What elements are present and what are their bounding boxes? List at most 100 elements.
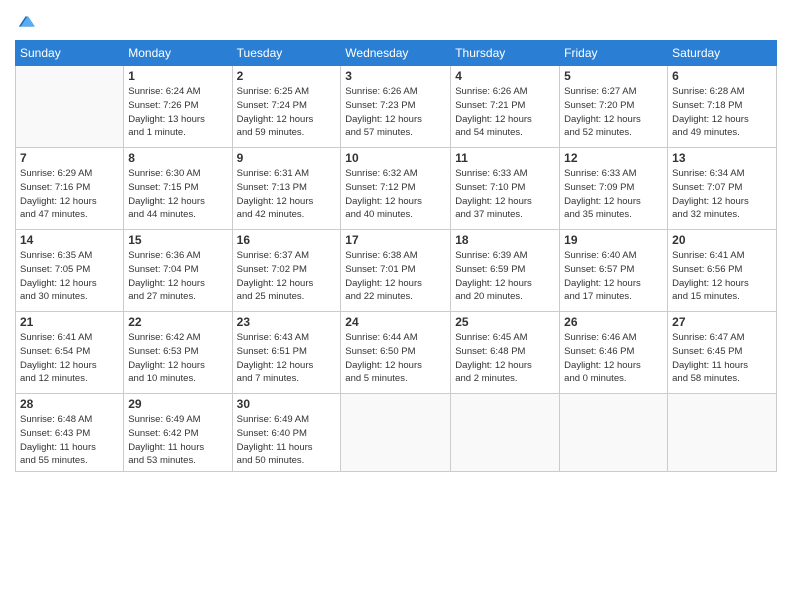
day-number: 21 (20, 315, 119, 329)
day-info: Sunrise: 6:46 AM Sunset: 6:46 PM Dayligh… (564, 331, 663, 386)
day-info: Sunrise: 6:26 AM Sunset: 7:23 PM Dayligh… (345, 85, 446, 140)
calendar-cell: 23Sunrise: 6:43 AM Sunset: 6:51 PM Dayli… (232, 312, 341, 394)
day-info: Sunrise: 6:33 AM Sunset: 7:10 PM Dayligh… (455, 167, 555, 222)
calendar-cell: 8 Sunrise: 6:30 AM Sunset: 7:15 PM Daylig… (124, 148, 232, 230)
day-info: Sunrise: 6:27 AM Sunset: 7:20 PM Dayligh… (564, 85, 663, 140)
day-info: Sunrise: 6:29 AM Sunset: 7:16 PM Dayligh… (20, 167, 119, 222)
day-number: 26 (564, 315, 663, 329)
calendar-cell (16, 66, 124, 148)
calendar-cell: 6Sunrise: 6:28 AM Sunset: 7:18 PM Daylig… (668, 66, 777, 148)
calendar-cell: 12 Sunrise: 6:33 AM Sunset: 7:09 PM Dayli… (560, 148, 668, 230)
day-number: 10 (345, 151, 446, 165)
calendar-cell (668, 394, 777, 472)
weekday-header: Thursday (451, 41, 560, 66)
day-number: 28 (20, 397, 119, 411)
calendar-cell (341, 394, 451, 472)
day-info: Sunrise: 6:47 AM Sunset: 6:45 PM Dayligh… (672, 331, 772, 386)
day-info: Sunrise: 6:41 AM Sunset: 6:54 PM Dayligh… (20, 331, 119, 386)
week-row: 21 Sunrise: 6:41 AM Sunset: 6:54 PM Dayli… (16, 312, 777, 394)
calendar-cell (560, 394, 668, 472)
week-row: 7 Sunrise: 6:29 AM Sunset: 7:16 PM Daylig… (16, 148, 777, 230)
calendar-cell: 27 Sunrise: 6:47 AM Sunset: 6:45 PM Dayli… (668, 312, 777, 394)
day-number: 3 (345, 69, 446, 83)
day-number: 16 (237, 233, 337, 247)
day-info: Sunrise: 6:31 AM Sunset: 7:13 PM Dayligh… (237, 167, 337, 222)
day-info: Sunrise: 6:38 AM Sunset: 7:01 PM Dayligh… (345, 249, 446, 304)
weekday-header: Saturday (668, 41, 777, 66)
calendar-cell: 30 Sunrise: 6:49 AM Sunset: 6:40 PM Dayli… (232, 394, 341, 472)
day-info: Sunrise: 6:30 AM Sunset: 7:15 PM Dayligh… (128, 167, 227, 222)
calendar-cell: 29 Sunrise: 6:49 AM Sunset: 6:42 PM Dayli… (124, 394, 232, 472)
day-info: Sunrise: 6:40 AM Sunset: 6:57 PM Dayligh… (564, 249, 663, 304)
logo-icon (17, 14, 35, 32)
day-number: 1 (128, 69, 227, 83)
day-info: Sunrise: 6:44 AM Sunset: 6:50 PM Dayligh… (345, 331, 446, 386)
weekday-header: Sunday (16, 41, 124, 66)
day-number: 9 (237, 151, 337, 165)
calendar-cell: 16 Sunrise: 6:37 AM Sunset: 7:02 PM Dayli… (232, 230, 341, 312)
day-number: 7 (20, 151, 119, 165)
calendar-cell: 3 Sunrise: 6:26 AM Sunset: 7:23 PM Daylig… (341, 66, 451, 148)
day-number: 13 (672, 151, 772, 165)
day-info: Sunrise: 6:36 AM Sunset: 7:04 PM Dayligh… (128, 249, 227, 304)
day-info: Sunrise: 6:33 AM Sunset: 7:09 PM Dayligh… (564, 167, 663, 222)
day-info: Sunrise: 6:45 AM Sunset: 6:48 PM Dayligh… (455, 331, 555, 386)
day-info: Sunrise: 6:48 AM Sunset: 6:43 PM Dayligh… (20, 413, 119, 468)
week-row: 14 Sunrise: 6:35 AM Sunset: 7:05 PM Dayli… (16, 230, 777, 312)
weekday-header: Wednesday (341, 41, 451, 66)
calendar-cell: 24 Sunrise: 6:44 AM Sunset: 6:50 PM Dayli… (341, 312, 451, 394)
day-number: 22 (128, 315, 227, 329)
day-number: 17 (345, 233, 446, 247)
day-number: 12 (564, 151, 663, 165)
calendar-cell: 11 Sunrise: 6:33 AM Sunset: 7:10 PM Dayli… (451, 148, 560, 230)
calendar-cell: 22Sunrise: 6:42 AM Sunset: 6:53 PM Dayli… (124, 312, 232, 394)
calendar-cell: 1 Sunrise: 6:24 AM Sunset: 7:26 PM Daylig… (124, 66, 232, 148)
day-number: 2 (237, 69, 337, 83)
calendar-cell: 26 Sunrise: 6:46 AM Sunset: 6:46 PM Dayli… (560, 312, 668, 394)
day-info: Sunrise: 6:49 AM Sunset: 6:40 PM Dayligh… (237, 413, 337, 468)
day-number: 15 (128, 233, 227, 247)
day-number: 24 (345, 315, 446, 329)
calendar-cell: 21 Sunrise: 6:41 AM Sunset: 6:54 PM Dayli… (16, 312, 124, 394)
day-info: Sunrise: 6:41 AM Sunset: 6:56 PM Dayligh… (672, 249, 772, 304)
main-container: SundayMondayTuesdayWednesdayThursdayFrid… (0, 0, 792, 477)
calendar-cell: 14 Sunrise: 6:35 AM Sunset: 7:05 PM Dayli… (16, 230, 124, 312)
weekday-header-row: SundayMondayTuesdayWednesdayThursdayFrid… (16, 41, 777, 66)
calendar-cell: 18 Sunrise: 6:39 AM Sunset: 6:59 PM Dayli… (451, 230, 560, 312)
day-number: 8 (128, 151, 227, 165)
logo (15, 10, 35, 32)
weekday-header: Tuesday (232, 41, 341, 66)
calendar-cell (451, 394, 560, 472)
day-number: 5 (564, 69, 663, 83)
calendar-cell: 13 Sunrise: 6:34 AM Sunset: 7:07 PM Dayli… (668, 148, 777, 230)
calendar-cell: 9 Sunrise: 6:31 AM Sunset: 7:13 PM Daylig… (232, 148, 341, 230)
week-row: 1 Sunrise: 6:24 AM Sunset: 7:26 PM Daylig… (16, 66, 777, 148)
weekday-header: Friday (560, 41, 668, 66)
day-number: 19 (564, 233, 663, 247)
day-info: Sunrise: 6:26 AM Sunset: 7:21 PM Dayligh… (455, 85, 555, 140)
day-info: Sunrise: 6:35 AM Sunset: 7:05 PM Dayligh… (20, 249, 119, 304)
day-number: 27 (672, 315, 772, 329)
day-info: Sunrise: 6:34 AM Sunset: 7:07 PM Dayligh… (672, 167, 772, 222)
calendar-cell: 20 Sunrise: 6:41 AM Sunset: 6:56 PM Dayli… (668, 230, 777, 312)
calendar-cell: 19 Sunrise: 6:40 AM Sunset: 6:57 PM Dayli… (560, 230, 668, 312)
day-number: 30 (237, 397, 337, 411)
calendar-cell: 10Sunrise: 6:32 AM Sunset: 7:12 PM Dayli… (341, 148, 451, 230)
header-row (15, 10, 777, 32)
day-number: 11 (455, 151, 555, 165)
day-info: Sunrise: 6:49 AM Sunset: 6:42 PM Dayligh… (128, 413, 227, 468)
day-info: Sunrise: 6:39 AM Sunset: 6:59 PM Dayligh… (455, 249, 555, 304)
day-number: 29 (128, 397, 227, 411)
day-number: 20 (672, 233, 772, 247)
day-info: Sunrise: 6:24 AM Sunset: 7:26 PM Dayligh… (128, 85, 227, 140)
day-number: 14 (20, 233, 119, 247)
logo-text (15, 14, 35, 32)
calendar: SundayMondayTuesdayWednesdayThursdayFrid… (15, 40, 777, 472)
calendar-cell: 17 Sunrise: 6:38 AM Sunset: 7:01 PM Dayli… (341, 230, 451, 312)
calendar-cell: 15 Sunrise: 6:36 AM Sunset: 7:04 PM Dayli… (124, 230, 232, 312)
day-info: Sunrise: 6:37 AM Sunset: 7:02 PM Dayligh… (237, 249, 337, 304)
day-number: 18 (455, 233, 555, 247)
calendar-cell: 5 Sunrise: 6:27 AM Sunset: 7:20 PM Daylig… (560, 66, 668, 148)
day-info: Sunrise: 6:28 AM Sunset: 7:18 PM Dayligh… (672, 85, 772, 140)
day-info: Sunrise: 6:25 AM Sunset: 7:24 PM Dayligh… (237, 85, 337, 140)
